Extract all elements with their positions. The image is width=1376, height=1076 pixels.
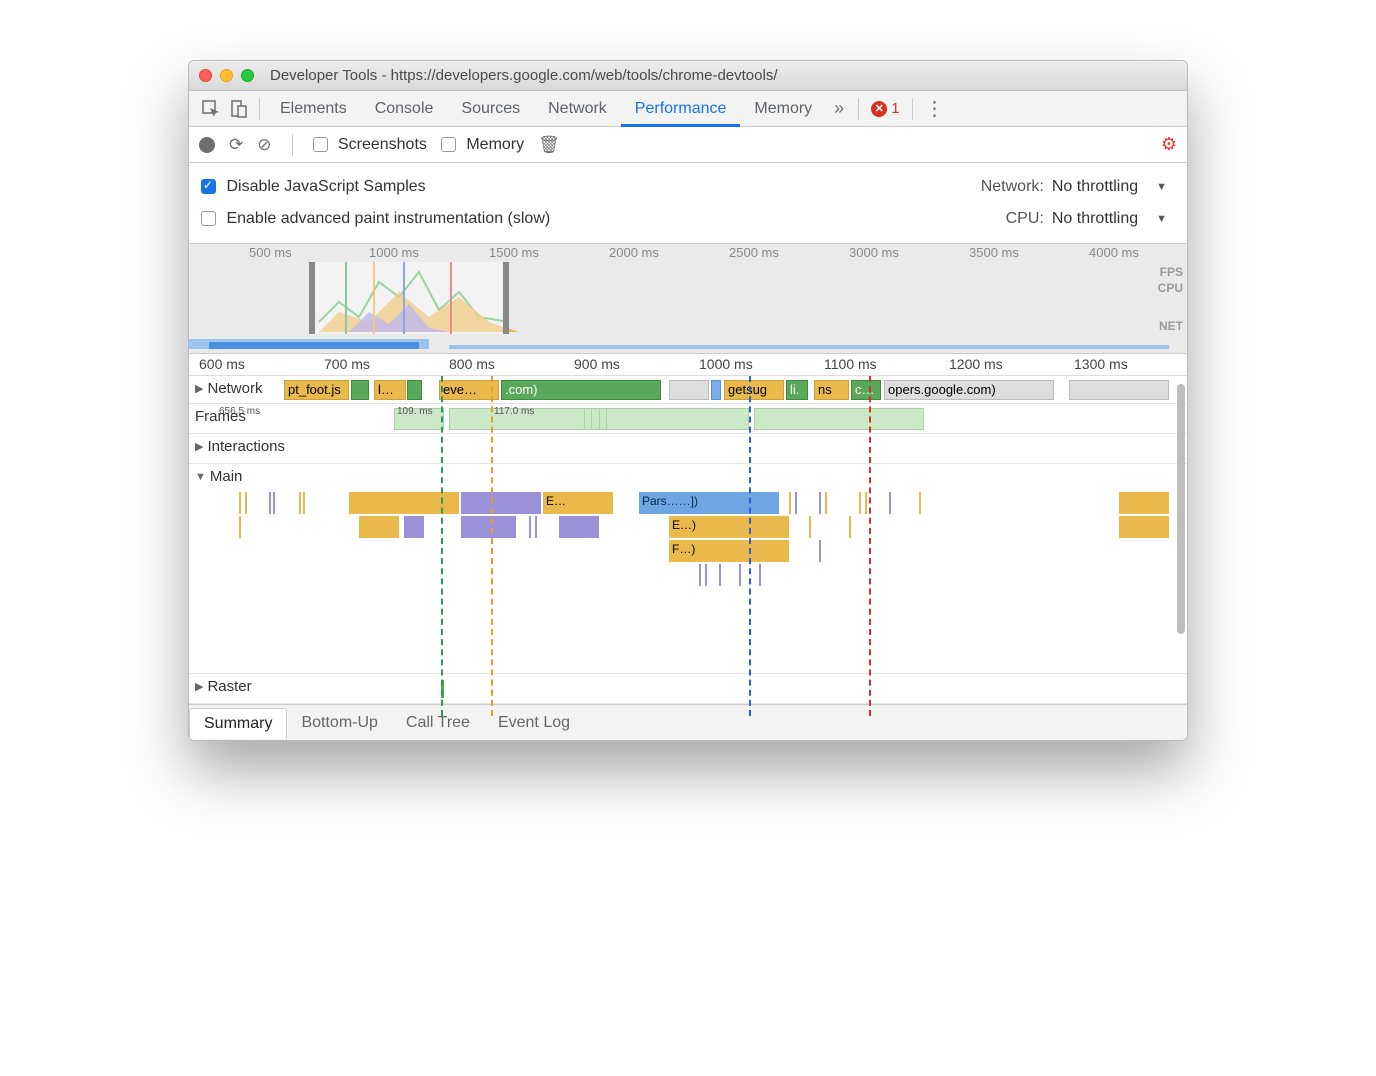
tab-sources[interactable]: Sources [447, 91, 534, 127]
net-request[interactable]: ns [814, 380, 849, 400]
window-title: Developer Tools - https://developers.goo… [270, 67, 778, 84]
overview-timeline[interactable]: 500 ms 1000 ms 1500 ms 2000 ms 2500 ms 3… [189, 244, 1187, 354]
tab-call-tree[interactable]: Call Tree [392, 708, 484, 738]
error-icon: ✕ [871, 101, 887, 117]
overview-net-strip [189, 337, 1187, 353]
screenshots-checkbox[interactable]: Screenshots [313, 136, 427, 154]
net-request[interactable] [1069, 380, 1169, 400]
minimize-icon[interactable] [220, 69, 233, 82]
reload-icon[interactable]: ⟳ [229, 135, 243, 155]
main-track-label: Main [195, 468, 242, 485]
divider [259, 98, 260, 120]
error-number: 1 [891, 100, 899, 117]
frame[interactable] [584, 408, 592, 430]
divider [912, 98, 913, 120]
traffic-lights [199, 69, 254, 82]
net-request[interactable]: eve… [439, 380, 499, 400]
network-track[interactable]: Network pt_foot.js l… eve… .com) getsug … [189, 376, 1187, 404]
checkbox-icon [201, 211, 216, 226]
tab-summary[interactable]: Summary [189, 708, 287, 739]
memory-checkbox[interactable]: Memory [441, 136, 524, 154]
net-request[interactable] [669, 380, 709, 400]
advanced-paint-checkbox[interactable]: Enable advanced paint instrumentation (s… [201, 210, 550, 228]
network-throttle-label: Network: [981, 178, 1044, 196]
net-request[interactable] [711, 380, 721, 400]
overview-track-labels: FPS CPU NET [1158, 264, 1183, 334]
inspect-icon[interactable] [197, 95, 225, 123]
chevron-down-icon: ▼ [1156, 213, 1167, 225]
net-request[interactable]: c… [851, 380, 881, 400]
trash-icon[interactable]: 🗑 [538, 135, 560, 155]
zoom-ruler: 600 ms 700 ms 800 ms 900 ms 1000 ms 1100… [189, 354, 1187, 376]
divider [858, 98, 859, 120]
net-request[interactable]: opers.google.com) [884, 380, 1054, 400]
settings-gear-icon[interactable]: ⚙ [1161, 134, 1177, 155]
tab-console[interactable]: Console [361, 91, 448, 127]
flame-parse[interactable]: Pars……]) [639, 492, 779, 514]
divider [292, 134, 293, 156]
frame[interactable] [754, 408, 924, 430]
raster-track-label: Raster [195, 678, 252, 695]
record-button[interactable] [199, 137, 215, 153]
tab-performance[interactable]: Performance [621, 91, 741, 127]
net-request[interactable] [351, 380, 369, 400]
flame-event[interactable]: E… [543, 492, 613, 514]
overview-selection[interactable] [309, 262, 509, 334]
close-icon[interactable] [199, 69, 212, 82]
zoom-icon[interactable] [241, 69, 254, 82]
overview-body: FPS CPU NET [189, 262, 1187, 334]
flamechart-panel: 600 ms 700 ms 800 ms 900 ms 1000 ms 1100… [189, 354, 1187, 704]
more-tabs-icon[interactable]: » [826, 98, 852, 119]
net-request[interactable]: li. [786, 380, 808, 400]
raster-track[interactable]: Raster [189, 674, 1187, 704]
net-request[interactable] [407, 380, 422, 400]
clear-icon[interactable]: ⊘ [257, 135, 271, 155]
network-throttle-select[interactable]: No throttling ▼ [1052, 178, 1175, 196]
net-request[interactable]: l… [374, 380, 406, 400]
frames-track[interactable]: Frames 656.5 ms 109. ms 117.0 ms [189, 404, 1187, 434]
cpu-throttle-label: CPU: [1006, 210, 1044, 228]
main-track[interactable]: Main E… Pars……]) [189, 464, 1187, 674]
capture-settings: Disable JavaScript Samples Network: No t… [189, 163, 1187, 244]
devtools-window: Developer Tools - https://developers.goo… [188, 60, 1188, 741]
flame-event[interactable]: E…) [669, 516, 789, 538]
overview-ruler: 500 ms 1000 ms 1500 ms 2000 ms 2500 ms 3… [189, 244, 1187, 262]
net-request[interactable]: .com) [501, 380, 661, 400]
flame-func[interactable]: F…) [669, 540, 789, 562]
net-request[interactable]: pt_foot.js [284, 380, 349, 400]
tab-bottom-up[interactable]: Bottom-Up [287, 708, 391, 738]
details-tabs: Summary Bottom-Up Call Tree Event Log [189, 704, 1187, 740]
frame[interactable] [599, 408, 607, 430]
network-track-label: Network [195, 380, 262, 397]
frames-track-label: Frames [195, 408, 246, 425]
performance-toolbar: ⟳ ⊘ Screenshots Memory 🗑 ⚙ [189, 127, 1187, 163]
tab-elements[interactable]: Elements [266, 91, 361, 127]
net-request[interactable]: getsug [724, 380, 784, 400]
device-toggle-icon[interactable] [225, 95, 253, 123]
menu-icon[interactable]: ⋮ [919, 96, 951, 121]
cpu-throttle-select[interactable]: No throttling ▼ [1052, 210, 1175, 228]
interactions-track[interactable]: Interactions [189, 434, 1187, 464]
disable-js-checkbox[interactable]: Disable JavaScript Samples [201, 178, 426, 196]
checkbox-icon [313, 137, 328, 152]
panel-tabs: Elements Console Sources Network Perform… [189, 91, 1187, 127]
titlebar: Developer Tools - https://developers.goo… [189, 61, 1187, 91]
checkbox-icon [441, 137, 456, 152]
tab-network[interactable]: Network [534, 91, 621, 127]
error-count[interactable]: ✕ 1 [865, 100, 905, 117]
tab-event-log[interactable]: Event Log [484, 708, 584, 738]
frame-time: 109. ms [397, 406, 433, 417]
scrollbar[interactable] [1177, 384, 1185, 634]
tab-memory[interactable]: Memory [740, 91, 826, 127]
checkbox-icon [201, 179, 216, 194]
frame-time: 117.0 ms [494, 406, 534, 417]
interactions-track-label: Interactions [195, 438, 285, 455]
chevron-down-icon: ▼ [1156, 181, 1167, 193]
